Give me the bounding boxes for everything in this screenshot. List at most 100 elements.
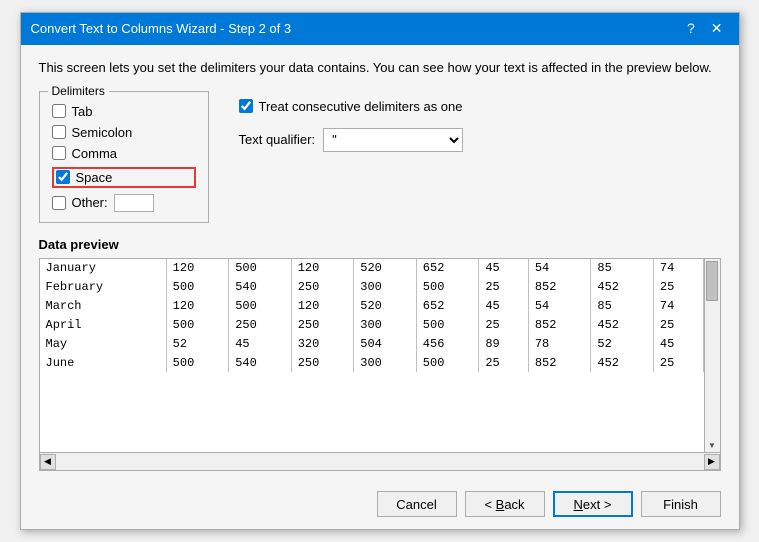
table-cell: 52	[166, 334, 229, 353]
table-cell: June	[40, 353, 167, 372]
space-checkbox-row[interactable]: Space	[52, 167, 196, 188]
table-cell: 300	[354, 277, 417, 296]
table-cell: 25	[479, 353, 529, 372]
scroll-right-button[interactable]: ▶	[704, 454, 720, 470]
back-button[interactable]: < Back	[465, 491, 545, 517]
table-cell: 120	[166, 296, 229, 315]
table-cell: 500	[416, 315, 479, 334]
table-cell: March	[40, 296, 167, 315]
table-cell: 54	[528, 296, 591, 315]
table-cell: 540	[229, 277, 292, 296]
close-button[interactable]: ✕	[705, 19, 729, 39]
table-cell: 25	[653, 277, 703, 296]
treat-consecutive-row[interactable]: Treat consecutive delimiters as one	[239, 99, 464, 114]
table-row: March12050012052065245548574	[40, 296, 704, 315]
table-cell: 652	[416, 259, 479, 278]
table-cell: 120	[291, 259, 354, 278]
table-cell: 500	[229, 296, 292, 315]
table-cell: 852	[528, 315, 591, 334]
table-cell: 45	[229, 334, 292, 353]
table-cell: 452	[591, 277, 654, 296]
treat-consecutive-label: Treat consecutive delimiters as one	[259, 99, 463, 114]
table-cell: 250	[291, 315, 354, 334]
table-row: April5002502503005002585245225	[40, 315, 704, 334]
preview-scroll-area[interactable]: January12050012052065245548574February50…	[40, 259, 720, 452]
table-cell: 520	[354, 296, 417, 315]
semicolon-checkbox-row[interactable]: Semicolon	[52, 125, 196, 140]
finish-button[interactable]: Finish	[641, 491, 721, 517]
table-cell: 250	[291, 353, 354, 372]
comma-checkbox-row[interactable]: Comma	[52, 146, 196, 161]
preview-table: January12050012052065245548574February50…	[40, 259, 704, 372]
table-cell: 500	[416, 277, 479, 296]
vertical-scrollbar[interactable]: ▼	[704, 259, 720, 452]
table-cell: 320	[291, 334, 354, 353]
table-row: January12050012052065245548574	[40, 259, 704, 278]
other-checkbox[interactable]	[52, 196, 66, 210]
table-cell: 85	[591, 296, 654, 315]
semicolon-label: Semicolon	[72, 125, 133, 140]
other-label: Other:	[72, 195, 108, 210]
table-cell: January	[40, 259, 167, 278]
comma-label: Comma	[72, 146, 118, 161]
scrollbar-h-track	[56, 455, 704, 469]
table-cell: 852	[528, 277, 591, 296]
table-cell: 520	[354, 259, 417, 278]
help-button[interactable]: ?	[681, 19, 701, 39]
qualifier-label: Text qualifier:	[239, 132, 316, 147]
next-label: N	[574, 497, 583, 512]
footer: Cancel < Back Next > Finish	[21, 481, 739, 529]
next-button[interactable]: Next >	[553, 491, 633, 517]
scrollbar-thumb-v[interactable]	[706, 261, 718, 301]
treat-consecutive-checkbox[interactable]	[239, 99, 253, 113]
table-cell: 500	[166, 353, 229, 372]
table-cell: February	[40, 277, 167, 296]
scroll-left-button[interactable]: ◀	[40, 454, 56, 470]
cancel-button[interactable]: Cancel	[377, 491, 457, 517]
table-cell: 452	[591, 315, 654, 334]
tab-checkbox-row[interactable]: Tab	[52, 104, 196, 119]
table-cell: 89	[479, 334, 529, 353]
data-preview-label: Data preview	[39, 237, 721, 252]
preview-container: January12050012052065245548574February50…	[39, 258, 721, 471]
table-cell: 25	[653, 315, 703, 334]
table-cell: 25	[653, 353, 703, 372]
table-cell: 652	[416, 296, 479, 315]
qualifier-select[interactable]: " ' {none}	[323, 128, 463, 152]
other-input[interactable]	[114, 194, 154, 212]
dialog-window: Convert Text to Columns Wizard - Step 2 …	[20, 12, 740, 530]
table-row: February5005402503005002585245225	[40, 277, 704, 296]
semicolon-checkbox[interactable]	[52, 125, 66, 139]
table-cell: 52	[591, 334, 654, 353]
table-cell: 74	[653, 259, 703, 278]
table-cell: 452	[591, 353, 654, 372]
space-checkbox[interactable]	[56, 170, 70, 184]
tab-checkbox[interactable]	[52, 104, 66, 118]
comma-checkbox[interactable]	[52, 146, 66, 160]
table-cell: May	[40, 334, 167, 353]
table-cell: 120	[291, 296, 354, 315]
dialog-body: This screen lets you set the delimiters …	[21, 45, 739, 481]
horizontal-scrollbar[interactable]: ◀ ▶	[40, 452, 720, 470]
delimiters-label: Delimiters	[48, 84, 109, 98]
table-cell: 500	[166, 315, 229, 334]
other-row: Other:	[52, 194, 196, 212]
table-cell: 540	[229, 353, 292, 372]
table-cell: 456	[416, 334, 479, 353]
table-cell: 300	[354, 353, 417, 372]
table-cell: 300	[354, 315, 417, 334]
delimiters-group: Delimiters Tab Semicolon Comma Space	[39, 91, 209, 223]
table-cell: 120	[166, 259, 229, 278]
table-row: June5005402503005002585245225	[40, 353, 704, 372]
table-cell: 500	[416, 353, 479, 372]
table-cell: 45	[653, 334, 703, 353]
table-cell: 78	[528, 334, 591, 353]
table-cell: 74	[653, 296, 703, 315]
table-row: May524532050445689785245	[40, 334, 704, 353]
scroll-down-arrow[interactable]: ▼	[708, 441, 716, 450]
table-cell: 25	[479, 277, 529, 296]
table-cell: 25	[479, 315, 529, 334]
title-bar: Convert Text to Columns Wizard - Step 2 …	[21, 13, 739, 45]
table-cell: 45	[479, 296, 529, 315]
table-cell: 54	[528, 259, 591, 278]
